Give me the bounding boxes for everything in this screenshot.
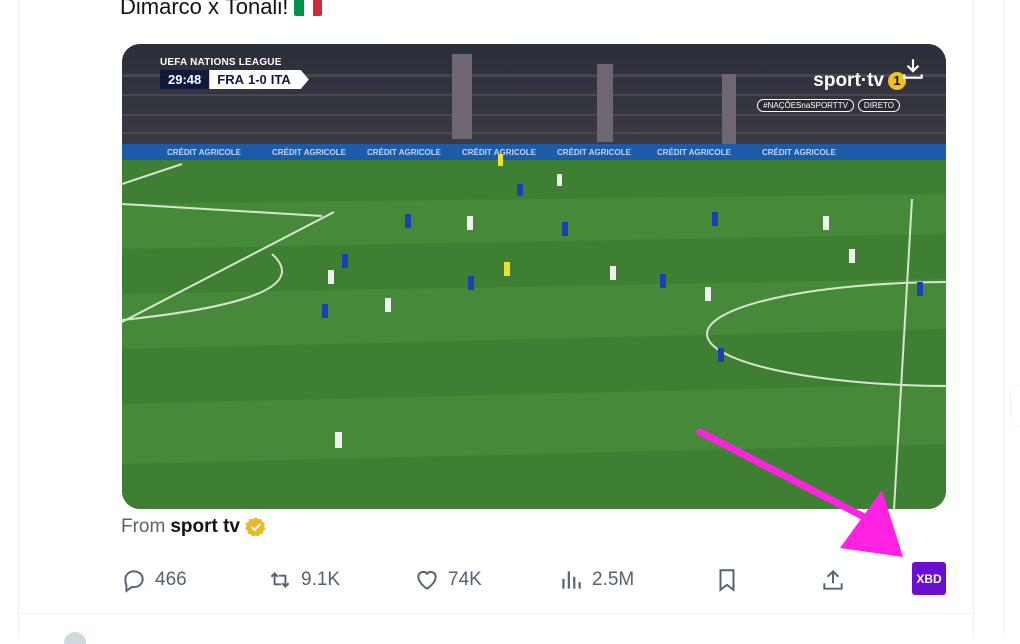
download-icon[interactable] [900, 56, 926, 82]
sidebar-border [1004, 0, 1005, 638]
heart-icon [417, 570, 437, 590]
home-team: FRA [217, 72, 244, 87]
broadcaster-logo: sport·tv 1 [813, 70, 906, 92]
source-name-link[interactable]: sport tv [170, 516, 240, 538]
score-value: 1-0 [247, 72, 267, 87]
scoreboard-overlay: UEFA NATIONS LEAGUE 29:48 FRA 1-0 ITA [160, 57, 309, 89]
broadcast-tags: #NAÇÕESnaSPORTTV DIRETO [757, 99, 900, 112]
like-button[interactable]: 74K [414, 560, 482, 600]
views-button[interactable]: 2.5M [558, 560, 634, 600]
svg-text:CRÉDIT AGRICOLE: CRÉDIT AGRICOLE [367, 148, 442, 157]
match-score: FRA 1-0 ITA [209, 70, 309, 89]
reply-count: 466 [155, 569, 187, 590]
share-button[interactable] [820, 560, 854, 600]
share-icon [823, 569, 843, 590]
away-team: ITA [270, 72, 291, 87]
live-badge: DIRETO [857, 99, 900, 112]
svg-text:CRÉDIT AGRICOLE: CRÉDIT AGRICOLE [657, 148, 732, 157]
match-clock: 29:48 [160, 70, 210, 89]
tweet-divider [18, 613, 973, 614]
bookmark-icon [719, 569, 735, 592]
reply-icon [124, 570, 144, 593]
repost-count: 9.1K [301, 569, 341, 590]
tweet-actions: 466 9.1K 74K 2.5M [0, 560, 1020, 600]
xbd-extension-button[interactable]: XBD [912, 562, 946, 595]
football-pitch-frame: CRÉDIT AGRICOLE CRÉDIT AGRICOLE CRÉDIT AG… [122, 44, 946, 509]
bookmark-button[interactable] [714, 560, 748, 600]
sidebar-card-edge [1010, 385, 1020, 427]
views-count: 2.5M [592, 569, 635, 590]
video-source: From sport tv [121, 516, 267, 538]
tweet-text: Dimarco x Tonali! [120, 0, 323, 20]
hashtag-badge: #NAÇÕESnaSPORTTV [757, 99, 854, 112]
like-count: 74K [448, 569, 482, 590]
video-player[interactable]: CRÉDIT AGRICOLE CRÉDIT AGRICOLE CRÉDIT AG… [122, 44, 946, 509]
repost-icon [270, 572, 290, 588]
competition-name: UEFA NATIONS LEAGUE [160, 57, 282, 68]
svg-text:CRÉDIT AGRICOLE: CRÉDIT AGRICOLE [167, 148, 242, 157]
italy-flag-icon [294, 0, 323, 16]
svg-text:CRÉDIT AGRICOLE: CRÉDIT AGRICOLE [272, 148, 347, 157]
svg-text:CRÉDIT AGRICOLE: CRÉDIT AGRICOLE [557, 148, 632, 157]
source-prefix: From [121, 516, 166, 537]
verified-badge-icon [245, 517, 266, 537]
svg-text:CRÉDIT AGRICOLE: CRÉDIT AGRICOLE [762, 148, 837, 157]
reply-button[interactable]: 466 [121, 560, 187, 600]
tweet-text-content: Dimarco x Tonali! [120, 0, 289, 19]
views-chart-icon [562, 571, 581, 589]
broadcaster-name: sport·tv [813, 70, 884, 91]
repost-button[interactable]: 9.1K [267, 560, 340, 600]
